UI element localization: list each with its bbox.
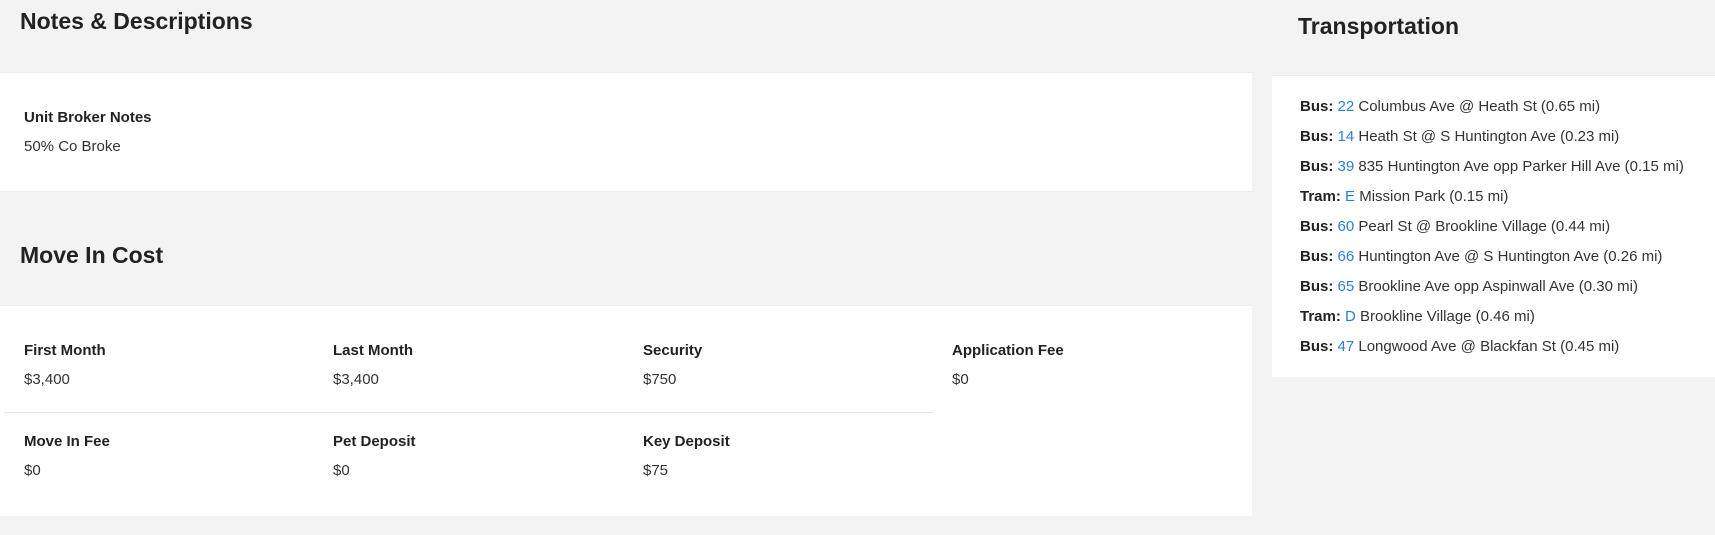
transit-route-link[interactable]: 60 [1338, 218, 1355, 235]
field-value: $0 [24, 462, 41, 479]
field-label: Move In Fee [24, 433, 110, 450]
transit-item: Bus: 14 Heath St @ S Huntington Ave (0.2… [1300, 128, 1684, 158]
field-value: $750 [643, 371, 677, 388]
transportation-card: Bus: 22 Columbus Ave @ Heath St (0.65 mi… [1272, 75, 1715, 377]
transportation-title: Transportation [1298, 13, 1460, 39]
notes-card: Unit Broker Notes 50% Co Broke [0, 72, 1252, 192]
move-in-cost-card: First Month $3,400 Last Month $3,400 Sec… [0, 305, 1252, 516]
cost-move-in-fee: Move In Fee $0 [24, 433, 110, 479]
transit-route-link[interactable]: 14 [1338, 128, 1355, 145]
transit-stop: Heath St @ S Huntington Ave (0.23 mi) [1358, 128, 1620, 145]
cost-key-deposit: Key Deposit $75 [643, 433, 730, 479]
transit-item: Bus: 65 Brookline Ave opp Aspinwall Ave … [1300, 278, 1684, 308]
field-value: $3,400 [333, 371, 379, 388]
transportation-list: Bus: 22 Columbus Ave @ Heath St (0.65 mi… [1300, 98, 1684, 368]
transit-mode: Bus: [1300, 218, 1334, 235]
transit-item: Bus: 39 835 Huntington Ave opp Parker Hi… [1300, 158, 1684, 188]
cost-last-month: Last Month $3,400 [333, 342, 413, 388]
transit-route-link[interactable]: D [1345, 308, 1356, 325]
transit-item: Bus: 60 Pearl St @ Brookline Village (0.… [1300, 218, 1684, 248]
field-value: $3,400 [24, 371, 70, 388]
transit-route-link[interactable]: 47 [1338, 338, 1355, 355]
field-label: Last Month [333, 342, 413, 359]
field-label: Pet Deposit [333, 433, 416, 450]
transit-mode: Bus: [1300, 128, 1334, 145]
transit-stop: Brookline Ave opp Aspinwall Ave (0.30 mi… [1358, 278, 1638, 295]
cost-first-month: First Month $3,400 [24, 342, 106, 388]
unit-broker-notes: Unit Broker Notes 50% Co Broke [24, 109, 152, 155]
transit-route-link[interactable]: 65 [1338, 278, 1355, 295]
transit-stop: Longwood Ave @ Blackfan St (0.45 mi) [1358, 338, 1620, 355]
move-in-cost-title: Move In Cost [20, 242, 164, 268]
transit-mode: Bus: [1300, 278, 1334, 295]
transit-item: Bus: 22 Columbus Ave @ Heath St (0.65 mi… [1300, 98, 1684, 128]
transit-route-link[interactable]: E [1345, 188, 1355, 205]
transit-stop: Columbus Ave @ Heath St (0.65 mi) [1358, 98, 1601, 115]
transit-item: Bus: 66 Huntington Ave @ S Huntington Av… [1300, 248, 1684, 278]
field-value: $0 [333, 462, 350, 479]
field-value: $75 [643, 462, 669, 479]
field-label: Unit Broker Notes [24, 109, 152, 126]
transit-mode: Tram: [1300, 188, 1341, 205]
transit-stop: Mission Park (0.15 mi) [1359, 188, 1509, 205]
field-label: First Month [24, 342, 106, 359]
transit-stop: Pearl St @ Brookline Village (0.44 mi) [1358, 218, 1611, 235]
cost-security: Security $750 [643, 342, 702, 388]
transit-route-link[interactable]: 66 [1338, 248, 1355, 265]
field-label: Key Deposit [643, 433, 730, 450]
transit-mode: Bus: [1300, 98, 1334, 115]
transit-stop: 835 Huntington Ave opp Parker Hill Ave (… [1358, 158, 1684, 175]
field-label: Security [643, 342, 703, 359]
transit-route-link[interactable]: 39 [1338, 158, 1355, 175]
cost-pet-deposit: Pet Deposit $0 [333, 433, 416, 479]
notes-section-title: Notes & Descriptions [20, 8, 253, 34]
transit-mode: Tram: [1300, 308, 1341, 325]
field-value: $0 [952, 371, 969, 388]
transit-item: Tram: E Mission Park (0.15 mi) [1300, 188, 1684, 218]
transit-mode: Bus: [1300, 158, 1334, 175]
row-divider [4, 412, 934, 413]
transit-stop: Brookline Village (0.46 mi) [1360, 308, 1535, 325]
page: Notes & Descriptions Unit Broker Notes 5… [0, 0, 1715, 535]
transit-stop: Huntington Ave @ S Huntington Ave (0.26 … [1358, 248, 1663, 265]
transit-route-link[interactable]: 22 [1338, 98, 1355, 115]
transit-item: Bus: 47 Longwood Ave @ Blackfan St (0.45… [1300, 338, 1684, 368]
transit-item: Tram: D Brookline Village (0.46 mi) [1300, 308, 1684, 338]
field-label: Application Fee [952, 342, 1064, 359]
transit-mode: Bus: [1300, 248, 1334, 265]
field-value: 50% Co Broke [24, 138, 121, 155]
transit-mode: Bus: [1300, 338, 1334, 355]
cost-application-fee: Application Fee $0 [952, 342, 1064, 388]
